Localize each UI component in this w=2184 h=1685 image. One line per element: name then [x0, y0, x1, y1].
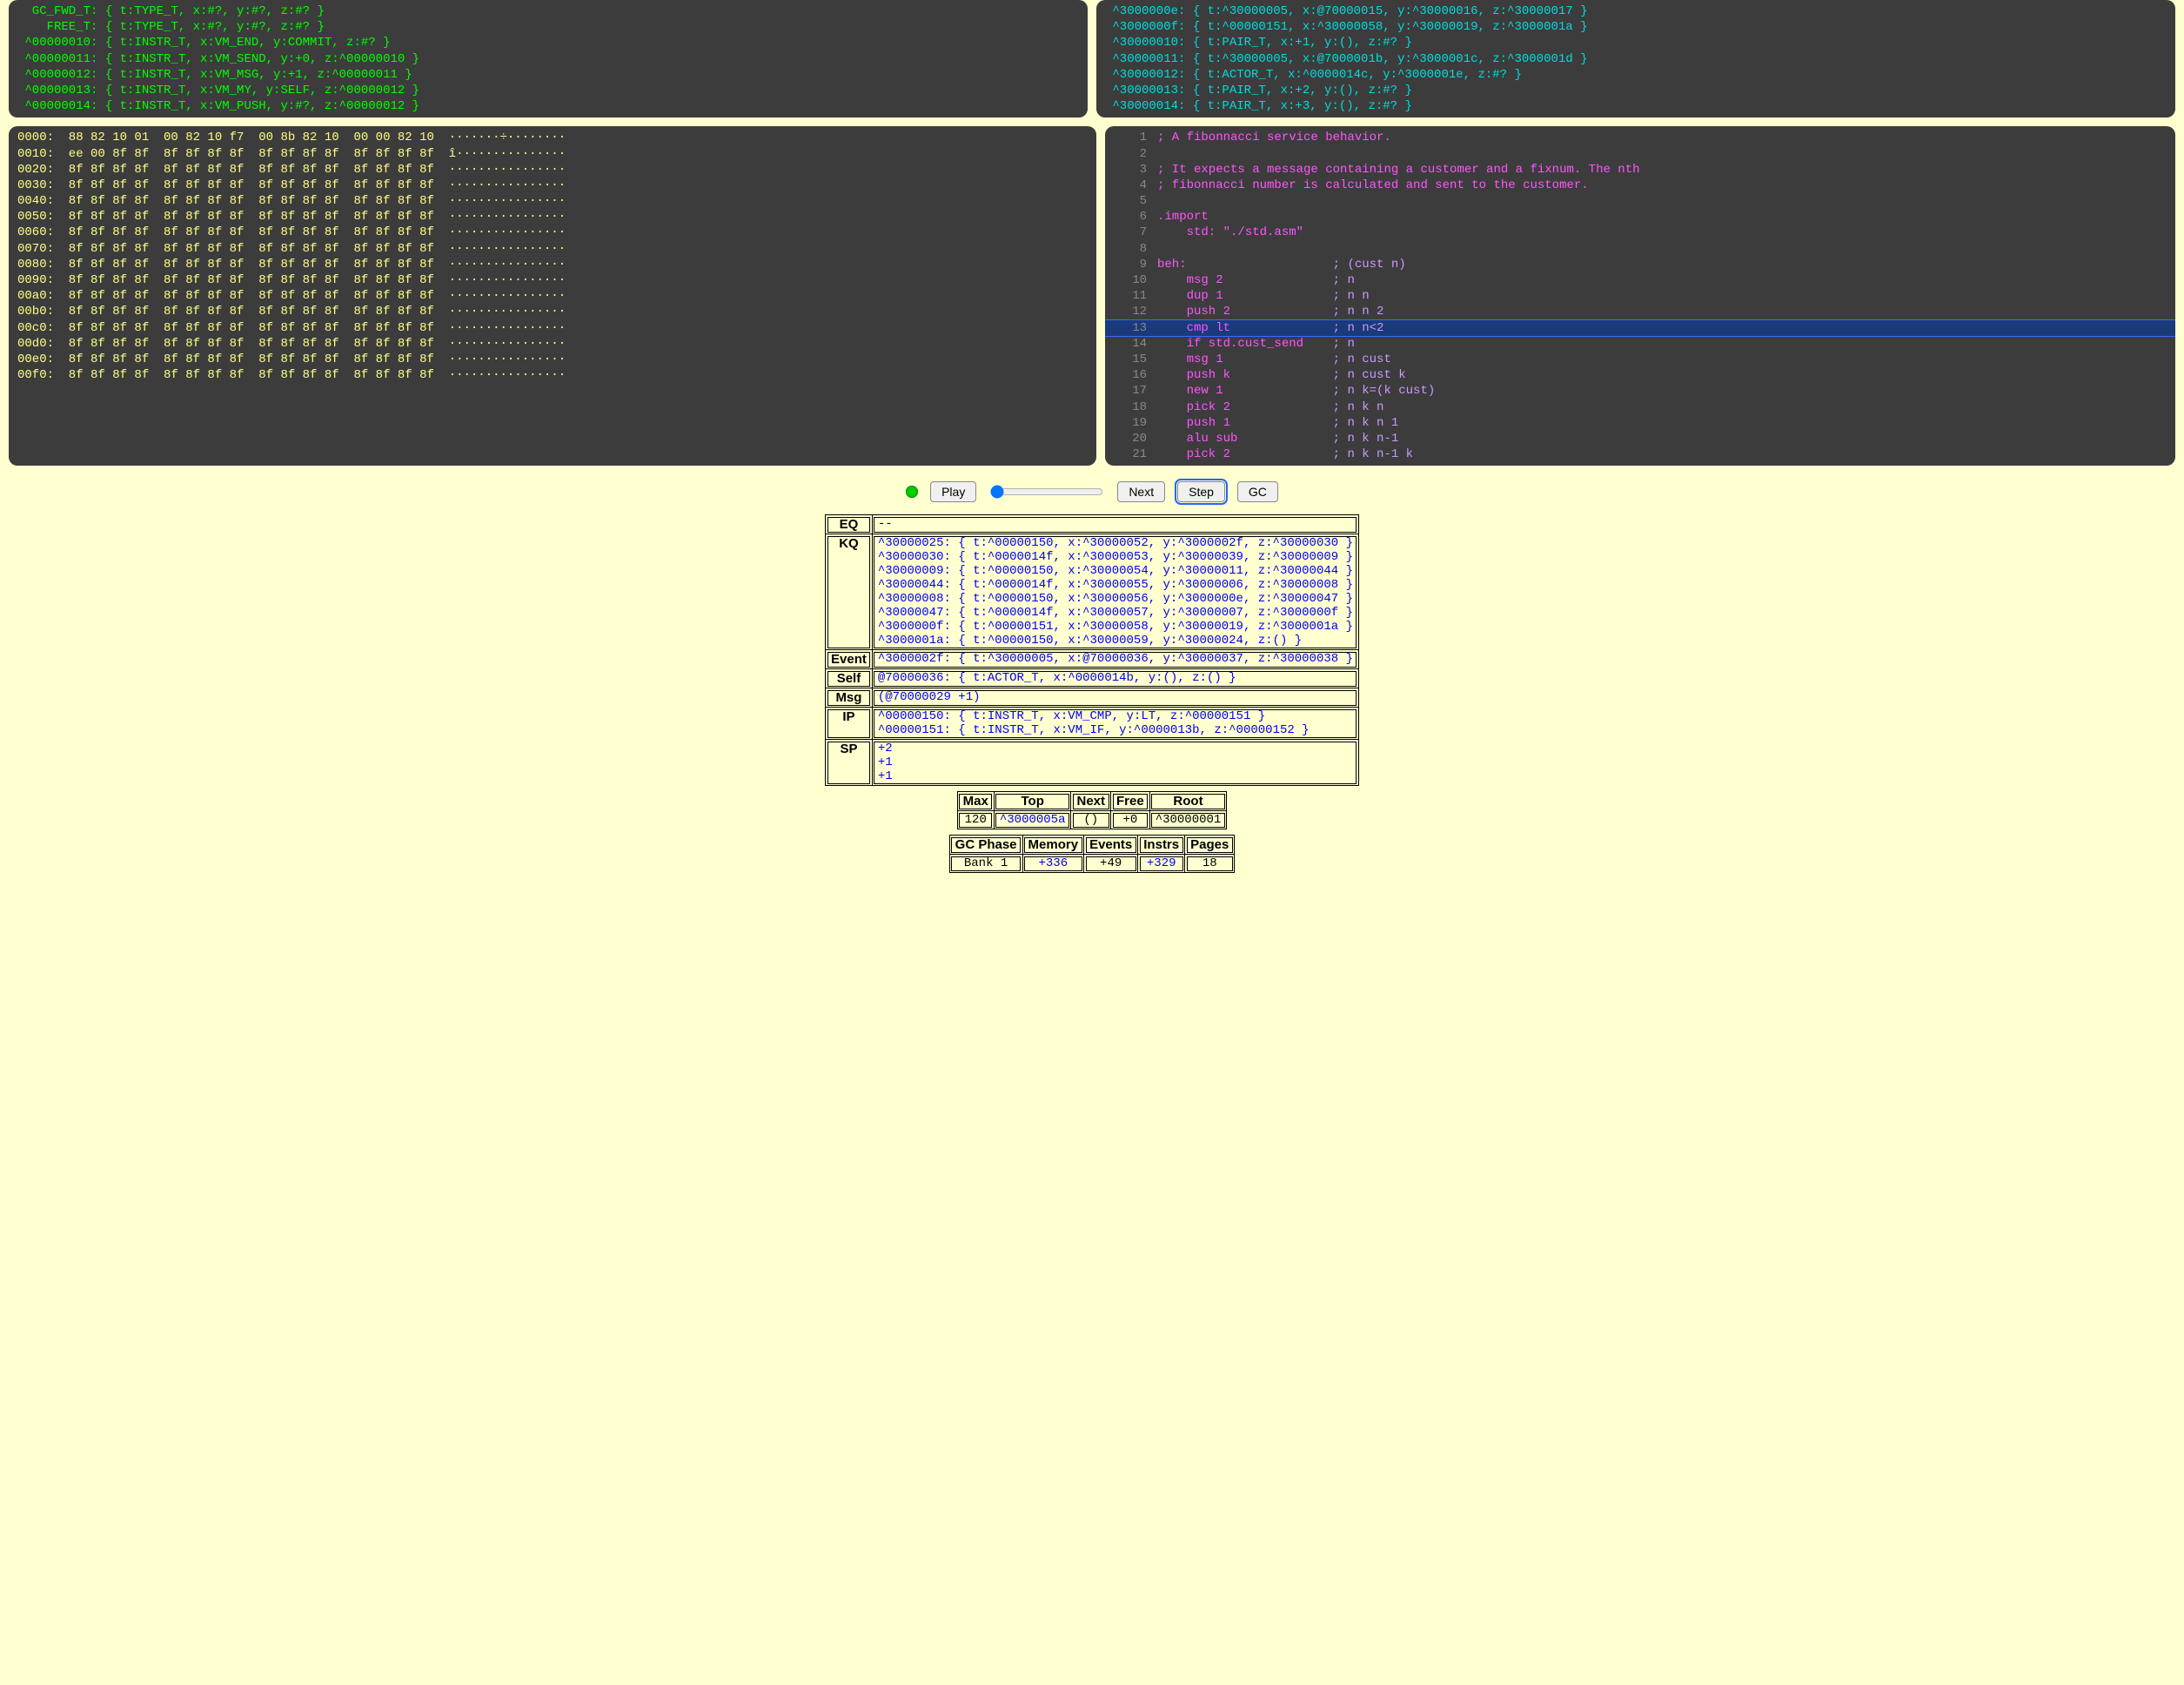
eq-value: -- — [872, 515, 1358, 534]
source-line: 19 push 1 ; n k n 1 — [1105, 415, 2175, 431]
source-line: 16 push k ; n cust k — [1105, 367, 2175, 383]
play-button[interactable]: Play — [930, 481, 976, 502]
status-led-icon — [906, 486, 918, 498]
mem-header: Root — [1149, 792, 1227, 811]
source-line: 2 — [1105, 146, 2175, 162]
mem-header: Top — [994, 792, 1071, 811]
source-panel: 1; A fibonnacci service behavior.23; It … — [1105, 126, 2175, 466]
gc-memory: +336 — [1022, 855, 1084, 873]
kq-label: KQ — [826, 534, 873, 650]
source-line: 18 pick 2 ; n k n — [1105, 399, 2175, 415]
source-line: 9beh: ; (cust n) — [1105, 257, 2175, 272]
hex-dump-panel: 0000: 88 82 10 01 00 82 10 f7 00 8b 82 1… — [9, 126, 1096, 466]
msg-value: (@70000029 +1) — [872, 688, 1358, 708]
source-line: 10 msg 2 ; n — [1105, 272, 2175, 288]
source-line: 21 pick 2 ; n k n-1 k — [1105, 446, 2175, 462]
mem-free: +0 — [1111, 811, 1150, 829]
source-line: 6.import — [1105, 209, 2175, 225]
quad-memory-panel-left: GC_FWD_T: { t:TYPE_T, x:#?, y:#?, z:#? }… — [9, 0, 1088, 117]
kq-value: ^30000025: { t:^00000150, x:^30000052, y… — [872, 534, 1358, 650]
source-line: 20 alu sub ; n k n-1 — [1105, 431, 2175, 446]
mem-header: Max — [957, 792, 994, 811]
mem-header: Next — [1071, 792, 1111, 811]
gc-instrs: +329 — [1138, 855, 1185, 873]
gc-table: GC PhaseMemoryEventsInstrsPages Bank 1 +… — [949, 835, 1236, 873]
self-value: @70000036: { t:ACTOR_T, x:^0000014b, y:(… — [872, 669, 1358, 688]
mem-top: ^3000005a — [994, 811, 1071, 829]
gc-header: Instrs — [1138, 836, 1185, 855]
event-value: ^3000002f: { t:^30000005, x:@70000036, y… — [872, 650, 1358, 669]
ip-value: ^00000150: { t:INSTR_T, x:VM_CMP, y:LT, … — [872, 708, 1358, 740]
eq-label: EQ — [826, 515, 873, 534]
source-line: 7 std: "./std.asm" — [1105, 225, 2175, 240]
controls-bar: Play Next Step GC — [0, 474, 2184, 509]
gc-phase: Bank 1 — [949, 855, 1022, 873]
source-line: 4; fibonnacci number is calculated and s… — [1105, 178, 2175, 193]
mem-next: () — [1071, 811, 1111, 829]
gc-pages: 18 — [1185, 855, 1235, 873]
self-label: Self — [826, 669, 873, 688]
source-line: 12 push 2 ; n n 2 — [1105, 304, 2175, 319]
source-line: 8 — [1105, 241, 2175, 257]
gc-header: Memory — [1022, 836, 1084, 855]
source-line: 1; A fibonnacci service behavior. — [1105, 130, 2175, 145]
sp-label: SP — [826, 740, 873, 786]
source-line: 15 msg 1 ; n cust — [1105, 352, 2175, 367]
source-line: 11 dup 1 ; n n — [1105, 288, 2175, 304]
gc-header: Pages — [1185, 836, 1235, 855]
source-line: 13 cmp lt ; n n<2 — [1105, 320, 2175, 336]
gc-header: Events — [1084, 836, 1138, 855]
source-line: 5 — [1105, 193, 2175, 209]
next-button[interactable]: Next — [1117, 481, 1165, 502]
source-line: 17 new 1 ; n k=(k cust) — [1105, 383, 2175, 399]
state-table: EQ -- KQ ^30000025: { t:^00000150, x:^30… — [825, 514, 1359, 786]
sp-value: +2 +1 +1 — [872, 740, 1358, 786]
mem-header: Free — [1111, 792, 1150, 811]
speed-slider[interactable] — [990, 485, 1103, 499]
gc-events: +49 — [1084, 855, 1138, 873]
source-line: 3; It expects a message containing a cus… — [1105, 162, 2175, 178]
mem-root: ^30000001 — [1149, 811, 1227, 829]
step-button[interactable]: Step — [1177, 481, 1225, 502]
mem-max: 120 — [957, 811, 994, 829]
msg-label: Msg — [826, 688, 873, 708]
memory-table: MaxTopNextFreeRoot 120 ^3000005a () +0 ^… — [957, 791, 1228, 829]
ip-label: IP — [826, 708, 873, 740]
quad-memory-panel-right: ^3000000e: { t:^30000005, x:@70000015, y… — [1096, 0, 2175, 117]
gc-header: GC Phase — [949, 836, 1022, 855]
gc-button[interactable]: GC — [1237, 481, 1278, 502]
event-label: Event — [826, 650, 873, 669]
source-line: 14 if std.cust_send ; n — [1105, 336, 2175, 352]
